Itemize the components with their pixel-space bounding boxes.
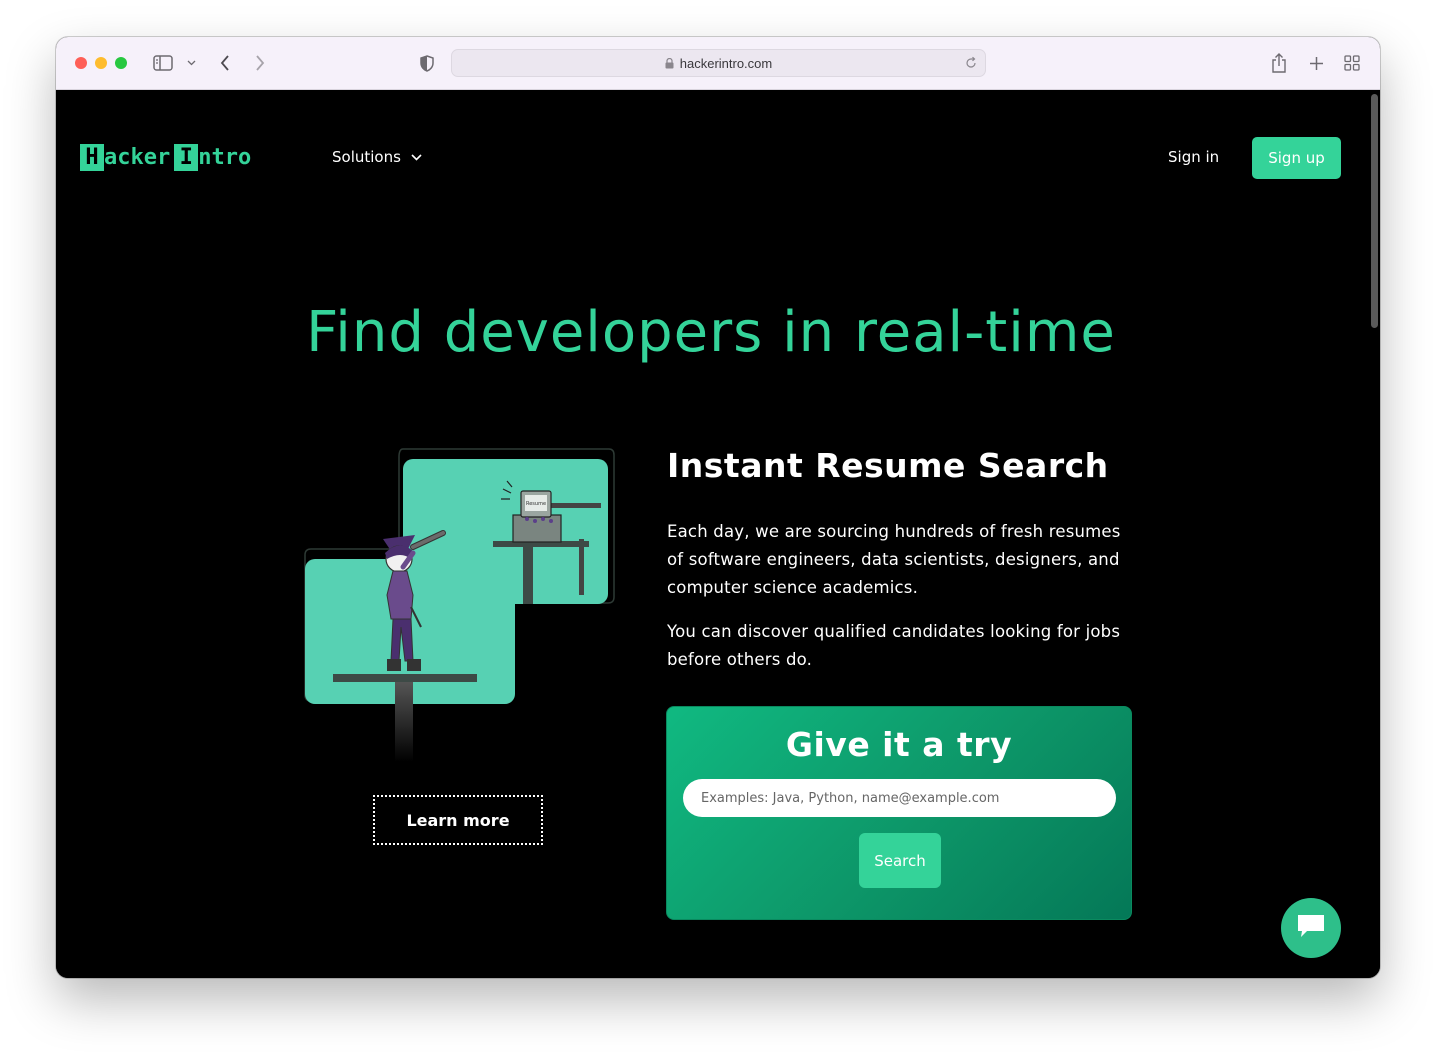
tab-overview-icon[interactable]: [1342, 51, 1362, 75]
url-text: hackerintro.com: [679, 55, 773, 71]
chat-icon: [1295, 912, 1327, 944]
feature-description-2: You can discover qualified candidates lo…: [667, 622, 1121, 669]
chevron-down-icon: [411, 153, 422, 161]
lock-icon: [665, 57, 674, 69]
hackerintro-logo[interactable]: H acker I ntro: [80, 144, 251, 171]
plus-icon[interactable]: [1306, 51, 1326, 75]
share-icon[interactable]: [1269, 51, 1289, 75]
search-button[interactable]: Search: [859, 833, 941, 888]
nav-solutions-dropdown[interactable]: Solutions: [332, 148, 422, 166]
try-search-card: Give it a try Search: [666, 706, 1132, 920]
shield-icon[interactable]: [418, 51, 436, 75]
forward-icon[interactable]: [251, 51, 269, 75]
explorer-illustration: Resume: [304, 448, 615, 762]
logo-letter-i: I: [174, 144, 199, 171]
logo-text-ntro: ntro: [198, 145, 252, 170]
browser-toolbar: hackerintro.com: [56, 37, 1380, 90]
chevron-down-icon[interactable]: [185, 51, 197, 75]
search-input[interactable]: [683, 779, 1116, 817]
nav-solutions-label: Solutions: [332, 148, 401, 166]
close-window-button[interactable]: [75, 57, 87, 69]
sidebar-icon[interactable]: [152, 51, 174, 75]
feature-title: Instant Resume Search: [667, 446, 1109, 485]
try-card-title: Give it a try: [785, 725, 1013, 764]
page-content: H acker I ntro Solutions Sign in Sign up…: [56, 90, 1380, 978]
reload-icon[interactable]: [965, 56, 977, 72]
logo-letter-h: H: [80, 144, 104, 171]
browser-window: hackerintro.com H acker I ntro Solutions: [56, 37, 1380, 978]
zoom-window-button[interactable]: [115, 57, 127, 69]
feature-description-1: Each day, we are sourcing hundreds of fr…: [667, 522, 1121, 597]
logo-text-acker: acker: [104, 145, 171, 170]
hero-title: Find developers in real-time: [306, 300, 1116, 365]
sign-up-button[interactable]: Sign up: [1252, 137, 1341, 179]
minimize-window-button[interactable]: [95, 57, 107, 69]
learn-more-button[interactable]: Learn more: [373, 795, 543, 845]
back-icon[interactable]: [216, 51, 234, 75]
chat-widget-button[interactable]: [1281, 898, 1341, 958]
sign-in-link[interactable]: Sign in: [1168, 148, 1219, 166]
scrollbar[interactable]: [1371, 94, 1378, 328]
address-bar[interactable]: hackerintro.com: [451, 49, 986, 77]
illustration-screen-label: Resume: [526, 501, 546, 507]
